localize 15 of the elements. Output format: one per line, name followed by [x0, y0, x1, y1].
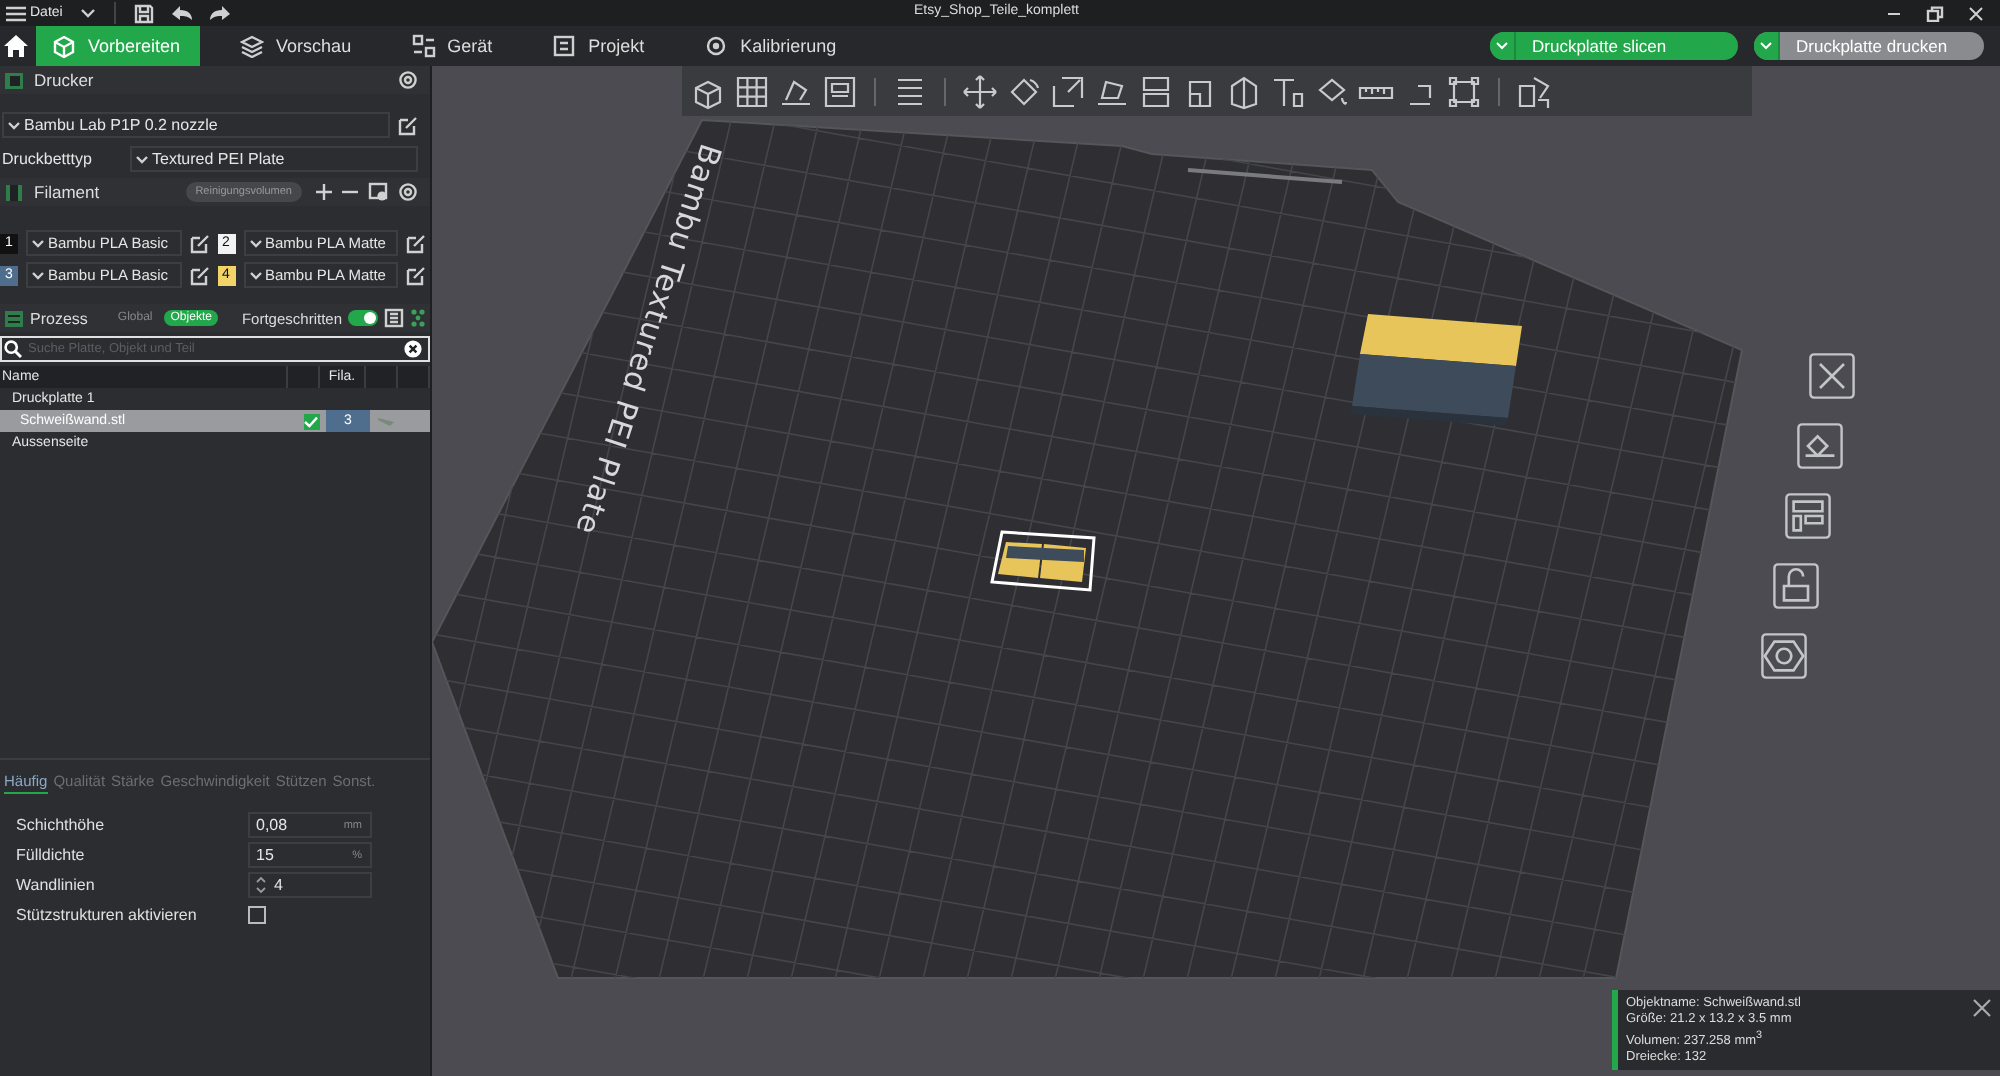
bed-type-dropdown[interactable]: Textured PEI Plate	[130, 146, 418, 172]
setting-label: Fülldichte	[16, 846, 87, 864]
input-field[interactable]: 4	[248, 872, 372, 898]
setting-label: Schichthöhe	[16, 816, 107, 834]
tab[interactable]: Projekt	[536, 26, 665, 66]
tab[interactable]: Kalibrierung	[688, 26, 857, 66]
printer-dropdown[interactable]: Bambu Lab P1P 0.2 nozzle	[2, 112, 390, 138]
setting-label: Stützstrukturen aktivieren	[16, 906, 199, 924]
section-title: Prozess	[30, 309, 88, 327]
tab[interactable]: Vorschau	[224, 26, 372, 66]
field-label: Druckbetttyp	[2, 150, 94, 168]
setting-label: Wandlinien	[16, 876, 97, 894]
tab[interactable]: Gerät	[395, 26, 513, 66]
section-title: Filament	[34, 182, 100, 202]
section-title: Drucker	[34, 70, 94, 90]
